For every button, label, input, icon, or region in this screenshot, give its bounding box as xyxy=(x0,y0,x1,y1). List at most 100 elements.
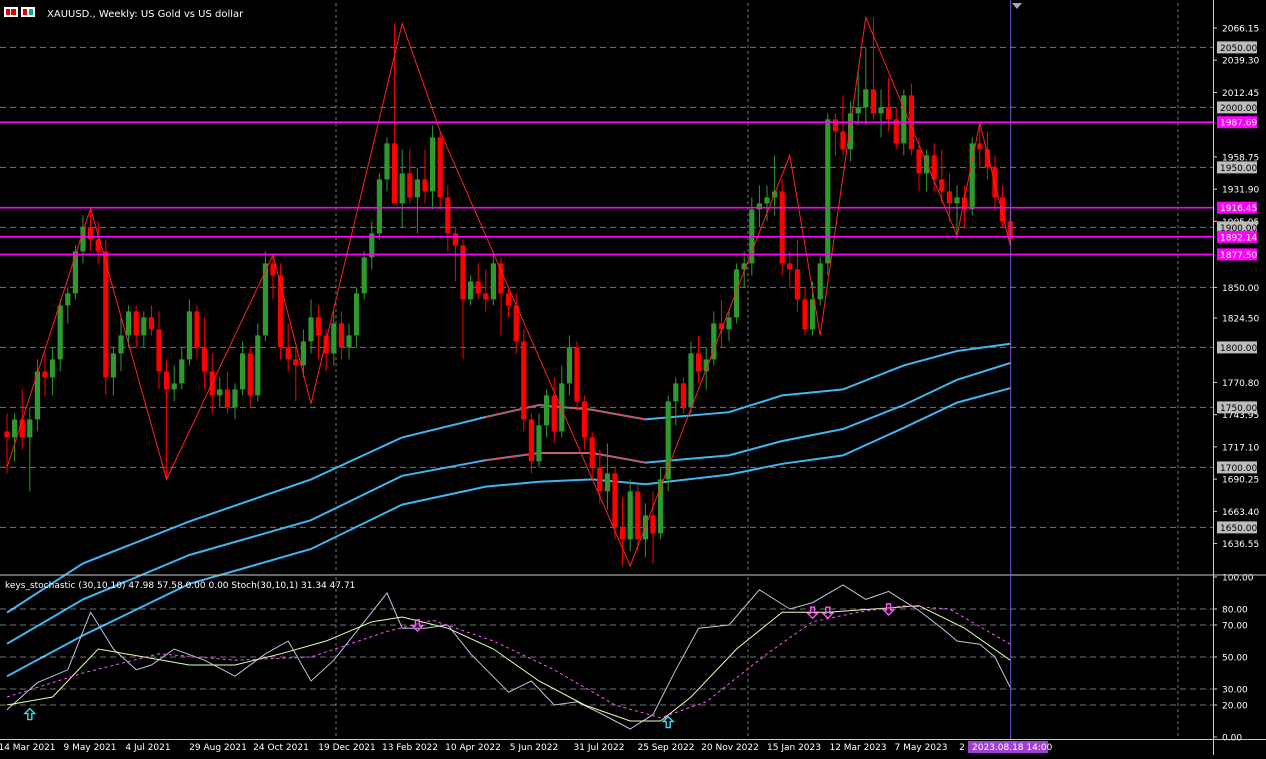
candle-body[interactable] xyxy=(612,473,618,528)
candle-body[interactable] xyxy=(536,425,542,462)
candle-body[interactable] xyxy=(308,317,314,342)
candle-body[interactable] xyxy=(240,353,246,390)
candle-body[interactable] xyxy=(566,347,572,384)
candle-body[interactable] xyxy=(544,395,550,426)
candle-body[interactable] xyxy=(19,419,25,438)
candle-body[interactable] xyxy=(574,347,580,402)
candle-body[interactable] xyxy=(939,179,945,192)
candle-body[interactable] xyxy=(118,335,124,354)
candle-body[interactable] xyxy=(734,269,740,318)
candle-body[interactable] xyxy=(650,515,656,534)
candle-body[interactable] xyxy=(300,341,306,366)
candle-body[interactable] xyxy=(589,437,595,468)
candle-body[interactable] xyxy=(551,395,557,432)
candle-body[interactable] xyxy=(202,347,208,372)
candle-body[interactable] xyxy=(627,491,633,540)
candle-body[interactable] xyxy=(886,107,892,120)
candle-body[interactable] xyxy=(870,89,876,114)
candle-body[interactable] xyxy=(141,317,147,336)
candle-body[interactable] xyxy=(946,191,952,204)
candle-body[interactable] xyxy=(620,527,626,540)
candle-body[interactable] xyxy=(50,359,56,378)
candle-body[interactable] xyxy=(270,263,276,276)
candle-body[interactable] xyxy=(186,311,192,360)
candle-body[interactable] xyxy=(878,107,884,114)
candle-body[interactable] xyxy=(506,293,512,306)
candle-body[interactable] xyxy=(316,317,322,336)
candle-body[interactable] xyxy=(323,335,329,354)
candle-body[interactable] xyxy=(840,131,846,150)
candle-body[interactable] xyxy=(635,491,641,540)
candle-body[interactable] xyxy=(422,179,428,192)
candle-body[interactable] xyxy=(247,353,253,396)
candle-body[interactable] xyxy=(27,419,33,438)
candle-body[interactable] xyxy=(430,137,436,192)
candle-body[interactable] xyxy=(582,401,588,438)
candle-body[interactable] xyxy=(399,173,405,204)
candle-body[interactable] xyxy=(726,317,732,330)
candle-body[interactable] xyxy=(680,383,686,408)
candle-body[interactable] xyxy=(893,119,899,144)
candle-body[interactable] xyxy=(148,317,154,330)
candle-body[interactable] xyxy=(232,389,238,408)
candle-body[interactable] xyxy=(126,311,132,336)
candle-body[interactable] xyxy=(224,389,230,408)
candle-body[interactable] xyxy=(179,359,185,384)
candle-body[interactable] xyxy=(483,293,489,300)
candle-body[interactable] xyxy=(696,353,702,372)
candle-body[interactable] xyxy=(4,431,10,438)
candle-body[interactable] xyxy=(521,341,527,420)
candle-body[interactable] xyxy=(171,383,177,390)
candle-body[interactable] xyxy=(787,263,793,270)
candle-body[interactable] xyxy=(255,335,261,396)
candle-body[interactable] xyxy=(802,299,808,330)
candle-body[interactable] xyxy=(513,305,519,342)
candle-body[interactable] xyxy=(916,149,922,174)
candle-body[interactable] xyxy=(528,419,534,462)
candle-body[interactable] xyxy=(361,257,367,294)
candle-body[interactable] xyxy=(156,329,162,372)
candle-body[interactable] xyxy=(475,281,481,294)
candle-body[interactable] xyxy=(376,179,382,234)
candle-body[interactable] xyxy=(490,263,496,300)
candle-body[interactable] xyxy=(688,353,694,408)
candle-body[interactable] xyxy=(331,323,337,354)
candle-body[interactable] xyxy=(57,305,63,360)
candle-body[interactable] xyxy=(354,293,360,336)
candle-body[interactable] xyxy=(133,311,139,336)
candle-body[interactable] xyxy=(110,353,116,378)
candle-body[interactable] xyxy=(825,119,831,264)
trading-chart[interactable]: 100.00 80.00 70.00 50.00 30.00 20.00 0.00 2066… xyxy=(0,0,1266,755)
candle-body[interactable] xyxy=(42,371,48,378)
candle-body[interactable] xyxy=(977,143,983,150)
candle-body[interactable] xyxy=(285,347,291,360)
candle-body[interactable] xyxy=(901,95,907,144)
candle-body[interactable] xyxy=(468,281,474,300)
candle-body[interactable] xyxy=(392,143,398,204)
candle-body[interactable] xyxy=(779,191,785,264)
candle-body[interactable] xyxy=(445,197,451,234)
candle-body[interactable] xyxy=(217,389,223,396)
candle-body[interactable] xyxy=(437,137,443,198)
candle-body[interactable] xyxy=(863,89,869,108)
candle-body[interactable] xyxy=(764,197,770,204)
candle-body[interactable] xyxy=(293,359,299,366)
candle-body[interactable] xyxy=(164,371,170,390)
candle-body[interactable] xyxy=(65,293,71,306)
candle-body[interactable] xyxy=(414,179,420,198)
candle-body[interactable] xyxy=(794,269,800,300)
candle-body[interactable] xyxy=(817,263,823,300)
candle-body[interactable] xyxy=(346,335,352,348)
candle-body[interactable] xyxy=(452,233,458,246)
candle-body[interactable] xyxy=(559,383,565,432)
candle-body[interactable] xyxy=(338,323,344,348)
candle-body[interactable] xyxy=(855,107,861,114)
candle-body[interactable] xyxy=(12,419,18,438)
price-chart-svg[interactable]: 100.0080.0070.0050.0030.0020.000.00 2066… xyxy=(0,0,1266,755)
candle-body[interactable] xyxy=(597,467,603,492)
candle-body[interactable] xyxy=(954,197,960,204)
candle-body[interactable] xyxy=(72,251,78,294)
candle-body[interactable] xyxy=(832,119,838,132)
candle-body[interactable] xyxy=(194,311,200,348)
candle-body[interactable] xyxy=(498,263,504,294)
